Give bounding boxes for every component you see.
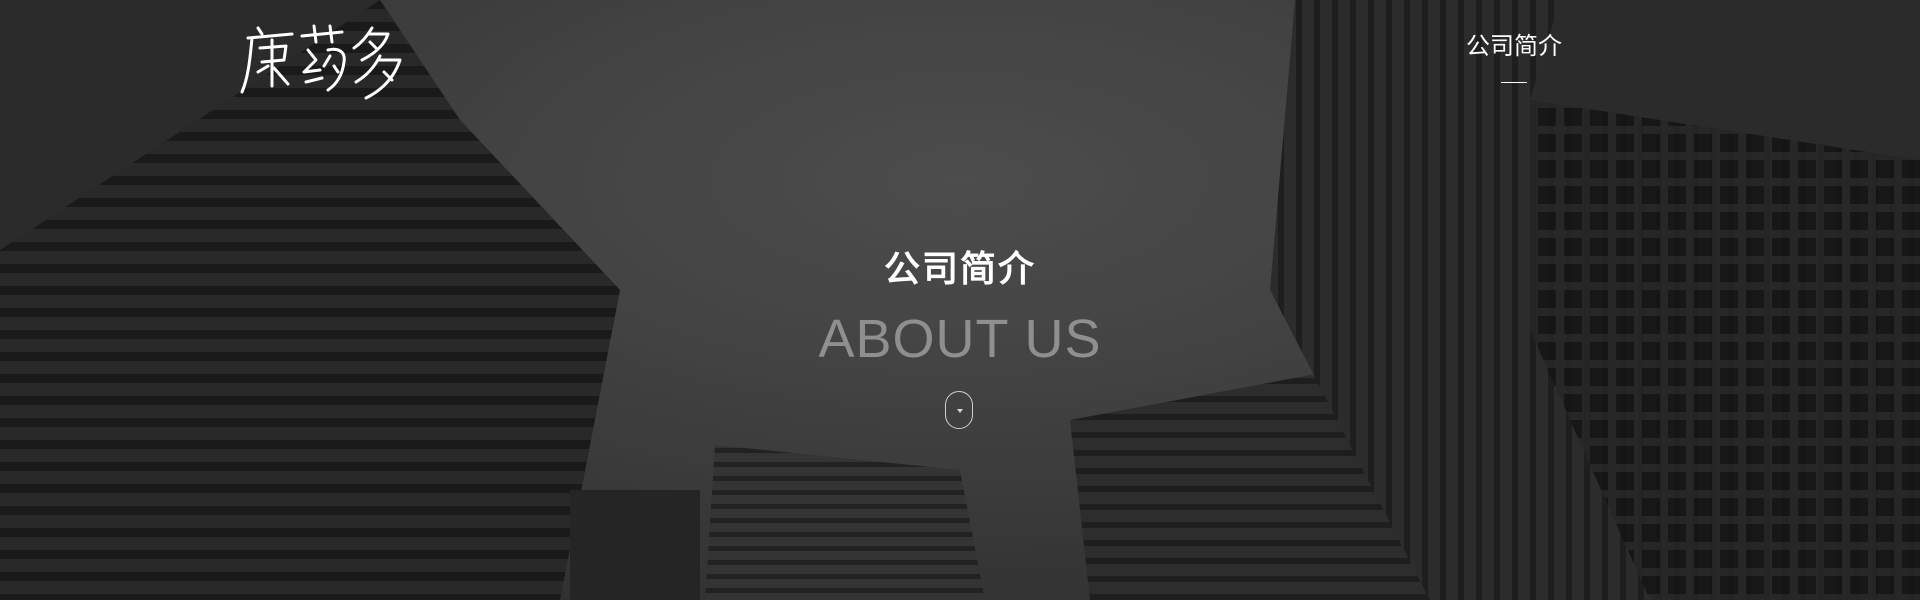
scroll-down-button[interactable] xyxy=(945,391,973,429)
page-title: 公司简介 xyxy=(883,249,1036,290)
hero-banner: 公司简介 公司简介 ABOUT US xyxy=(0,0,1920,600)
nav-item-company-profile[interactable]: 公司简介 xyxy=(1440,28,1588,64)
top-nav: 公司简介 xyxy=(1440,28,1588,83)
page-subtitle-en: ABOUT US xyxy=(818,309,1102,369)
nav-active-underline xyxy=(1501,82,1527,83)
chevron-down-icon xyxy=(957,409,963,413)
brand-logo[interactable] xyxy=(238,20,418,100)
